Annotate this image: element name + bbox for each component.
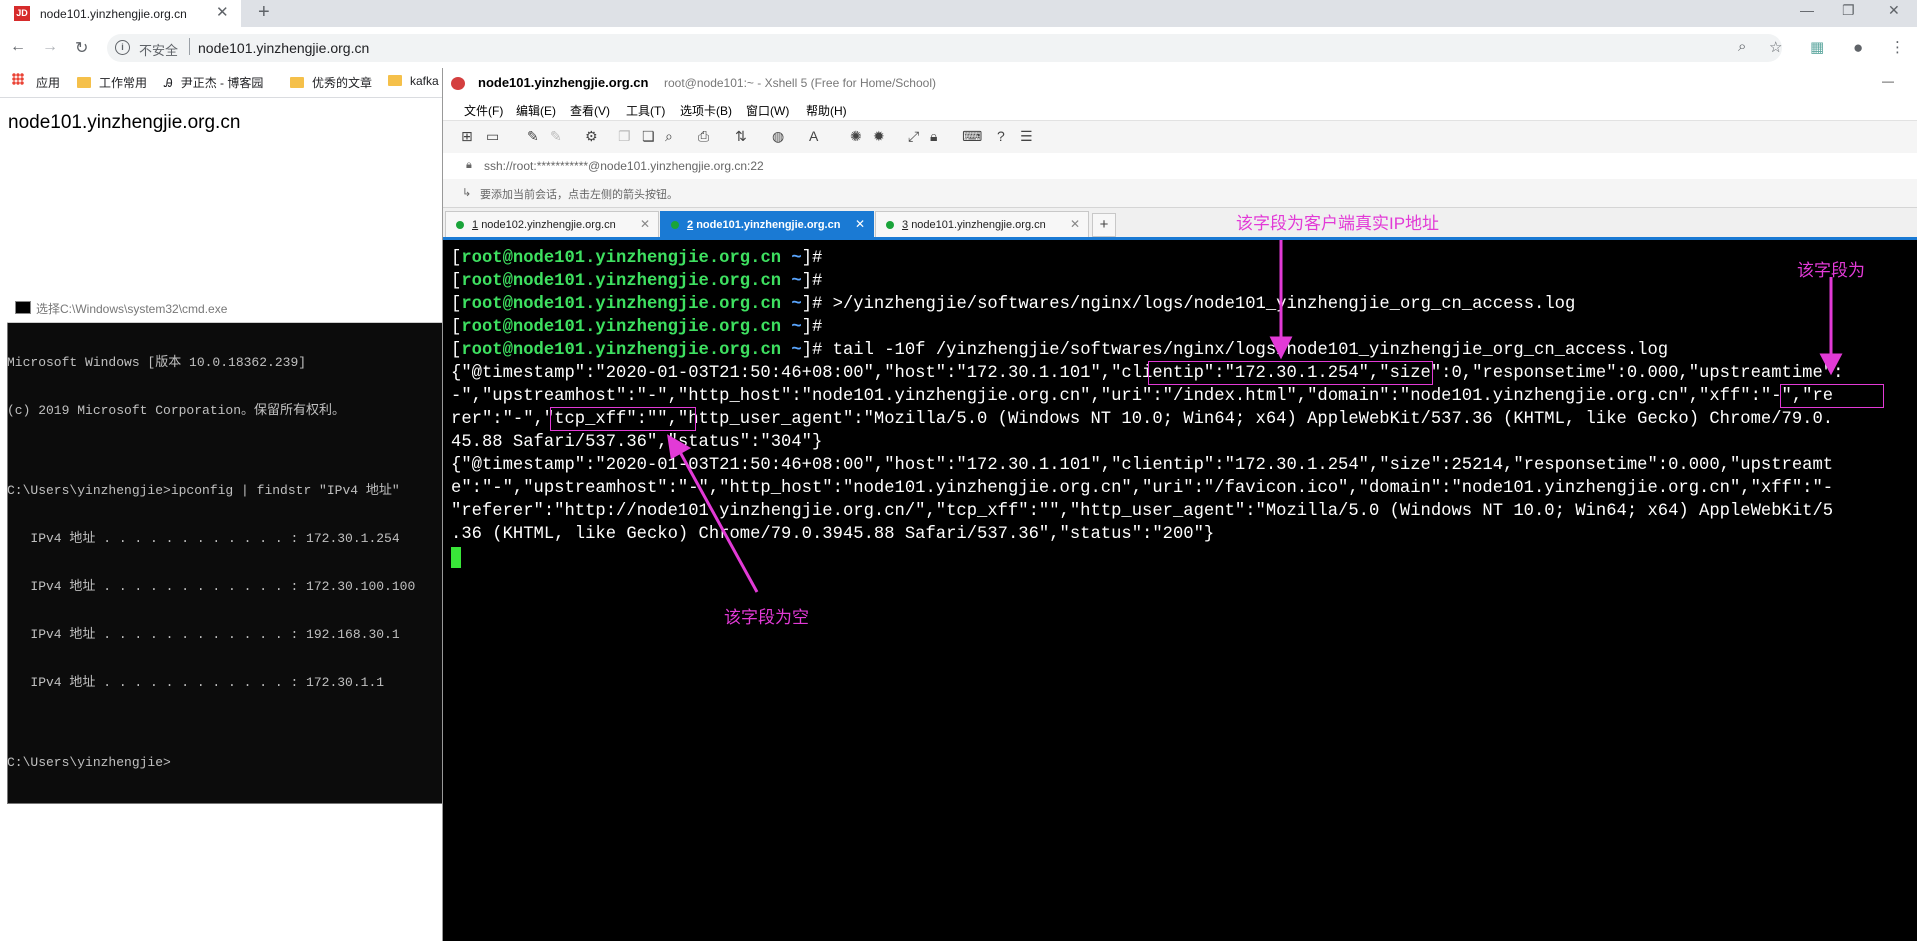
clientip-arrowhead (1269, 336, 1293, 360)
annotation-arrows (667, 240, 1843, 593)
tcp-xff-arrow (678, 451, 759, 593)
clientip-annotation: 该字段为客户端真实IP地址 (1236, 214, 1440, 233)
xff-arrowhead (1819, 353, 1843, 376)
tcp-xff-annotation: 该字段为空 (724, 608, 809, 627)
xff-annotation: 该字段为 (1797, 261, 1865, 280)
tcp-xff-arrowhead (667, 434, 692, 460)
